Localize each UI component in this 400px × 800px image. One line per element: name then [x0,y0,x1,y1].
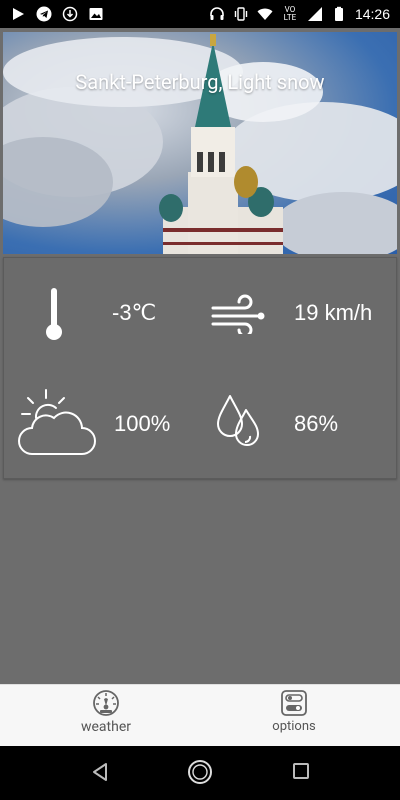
humidity-drops-icon [217,395,259,446]
clock: 14:26 [354,6,390,22]
network-badge: VO LTE [283,5,297,22]
cloudiness-value: 100% [114,411,171,436]
wifi-icon [257,8,273,20]
speedometer-icon [93,690,119,716]
status-left-icons [10,6,104,22]
status-bar: VO LTE 14:26 [0,0,400,28]
bottom-navigation: weather options [0,684,400,747]
play-icon [13,8,24,20]
home-icon[interactable] [186,758,214,786]
download-icon [62,6,78,22]
toggle-settings-icon [281,690,307,716]
recents-icon[interactable] [292,762,310,780]
telegram-icon [36,6,52,22]
battery-icon [334,6,343,21]
wind-icon [211,294,265,334]
nav-weather-label: weather [80,719,132,735]
nav-options-label: options [272,719,316,734]
humidity-value: 86% [294,411,339,436]
city-weather-title: Sankt-Peterburg, Light snow [75,70,325,94]
signal-icon [307,7,322,21]
wind-speed-value: 19 km/h [294,300,373,325]
status-right-icons: VO LTE 14:26 [209,6,390,22]
image-icon [89,8,103,20]
city-photo-header: Sankt-Peterburg, Light snow [3,32,397,254]
cloud-sun-icon [18,389,96,455]
thermometer-icon [46,288,62,340]
back-icon[interactable] [90,760,110,784]
system-navigation-bar [0,746,400,800]
headphones-icon [210,7,224,20]
cathedral-photo [3,34,397,254]
vibrate-icon [234,7,248,21]
nav-weather[interactable]: weather [6,689,206,743]
nav-options[interactable]: options [194,689,394,743]
weather-card: -3℃ 19 km/h 100% 86% [3,257,397,479]
temperature-value: -3℃ [112,300,157,325]
